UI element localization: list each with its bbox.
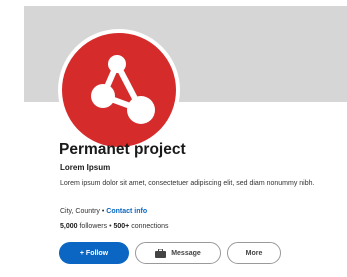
followers-label: followers [79,223,108,230]
more-button[interactable]: More [227,242,281,264]
message-label: Message [171,249,201,257]
connections-label: connections [131,223,169,230]
contact-info-link[interactable]: Contact info [106,208,147,215]
action-buttons: + Follow Message More [59,242,281,264]
stats-row: 5,000 followers • 500+ connections [60,223,169,230]
location-row: City, Country • Contact info [60,208,147,215]
follow-button[interactable]: + Follow [59,242,129,264]
connections-count: 500+ [113,223,130,230]
followers-count: 5,000 [60,223,78,230]
profile-name: Permanet project [59,141,186,158]
network-molecule-icon [91,55,155,124]
avatar[interactable] [58,29,180,151]
profile-description: Lorem ipsum dolor sit amet, consectetuer… [60,180,315,187]
location-text: City, Country [60,208,100,215]
separator-dot: • [101,208,105,215]
briefcase-icon [155,248,167,258]
message-button[interactable]: Message [135,242,221,264]
profile-headline: Lorem Ipsum [60,163,111,172]
stats-separator: • [109,223,112,230]
profile-card: Permanet project Lorem Ipsum Lorem ipsum… [0,0,347,277]
